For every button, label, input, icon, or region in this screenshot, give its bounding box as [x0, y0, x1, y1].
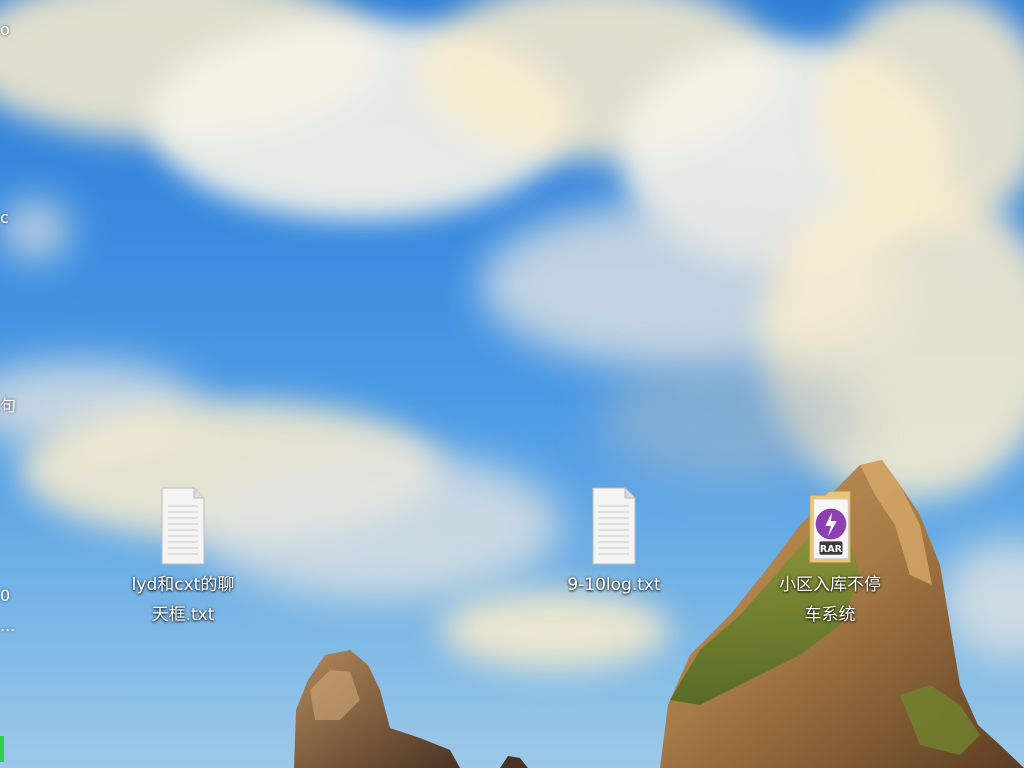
desktop-icon-label: 9-10log.txt	[567, 575, 661, 595]
desktop-background: o c 句 0 ... lyd和cxt的聊天框.txt 9-10log.txt …	[0, 0, 1024, 768]
offscreen-icon-label-fragment: 句	[0, 396, 17, 415]
sea-stack-left	[294, 650, 528, 768]
offscreen-icon-label-fragment: o	[0, 20, 10, 39]
text-file-icon	[159, 484, 207, 566]
offscreen-icon-label-fragment: ...	[0, 616, 16, 635]
taskbar-edge-marker	[0, 736, 4, 762]
desktop-icon-chat-txt[interactable]: lyd和cxt的聊天框.txt	[124, 484, 242, 630]
offscreen-icon-label-fragment: c	[0, 208, 9, 227]
svg-text:RAR: RAR	[820, 544, 843, 555]
desktop-icon-rar-archive[interactable]: RAR 小区入库不停车系统	[771, 484, 889, 630]
text-file-icon	[590, 484, 638, 566]
desktop-icon-label: 小区入库不停车系统	[779, 575, 881, 625]
desktop-icon-log-txt[interactable]: 9-10log.txt	[555, 484, 673, 600]
desktop-icon-label: lyd和cxt的聊天框.txt	[131, 575, 235, 625]
rar-archive-icon: RAR	[806, 484, 854, 566]
offscreen-icon-label-fragment: 0	[0, 586, 11, 605]
